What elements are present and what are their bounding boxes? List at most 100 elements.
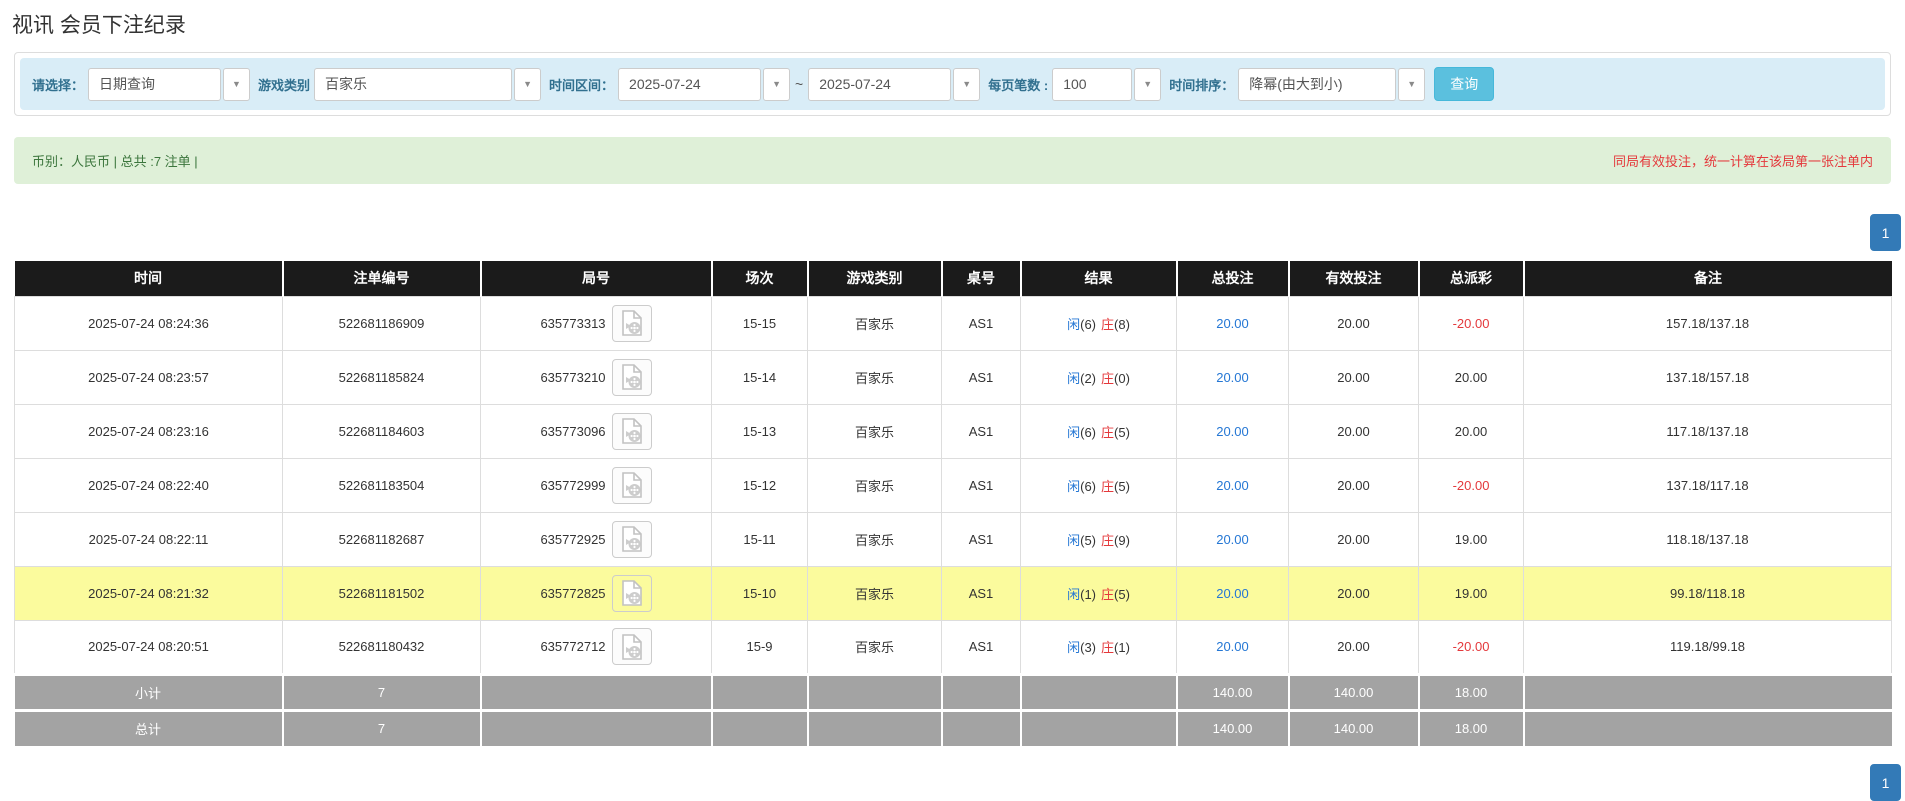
game-type-select[interactable]: 百家乐 ▼ [314,67,542,101]
table-header-row: 时间 注单编号 局号 场次 游戏类别 桌号 结果 总投注 有效投注 总派彩 备注 [14,261,1892,296]
cell-note: 117.18/137.18 [1523,403,1892,459]
cell-valid-bet: 20.00 [1288,349,1419,405]
cell-table-no: AS1 [941,619,1021,675]
video-replay-button[interactable] [611,574,652,612]
cell-round-no: 635772999 [480,457,712,513]
page-size-select[interactable]: 100 ▼ [1052,67,1162,101]
round-no-text: 635772999 [540,477,606,493]
cell-total-bet[interactable]: 20.00 [1176,403,1289,459]
cell-payout: -20.00 [1418,457,1524,513]
query-button[interactable]: 查询 [1434,67,1495,101]
cell-time: 2025-07-24 08:22:40 [14,457,283,513]
page-1-button[interactable]: 1 [1870,214,1901,251]
footer-cell [480,708,713,746]
cell-note: 118.18/137.18 [1523,511,1892,567]
cell-table-no: AS1 [941,295,1021,351]
cell-time: 2025-07-24 08:23:57 [14,349,283,405]
footer-cell [711,672,809,710]
cell-bet-no: 522681183504 [282,457,481,513]
video-replay-icon [621,633,642,660]
footer-cell: 140.00 [1288,708,1420,746]
cell-bet-no: 522681182687 [282,511,481,567]
column-header: 结果 [1020,261,1178,296]
footer-cell: 小计 [14,672,284,710]
column-header: 有效投注 [1288,261,1420,296]
cell-note: 137.18/117.18 [1523,457,1892,513]
video-replay-button[interactable] [611,304,652,342]
cell-result: 闲(1) 庄(5) [1020,565,1177,621]
result-player: 闲 [1067,316,1081,332]
cell-payout: 19.00 [1418,511,1524,567]
time-sort-select[interactable]: 降幂(由大到小) ▼ [1238,67,1426,101]
cell-result: 闲(6) 庄(5) [1020,457,1177,513]
cell-game-type: 百家乐 [807,565,942,621]
date-from-select[interactable]: 2025-07-24 ▼ [618,67,791,101]
cell-result: 闲(3) 庄(1) [1020,619,1177,675]
cell-total-bet[interactable]: 20.00 [1176,511,1289,567]
column-header: 局号 [480,261,713,296]
column-header: 场次 [711,261,809,296]
cell-total-bet[interactable]: 20.00 [1176,457,1289,513]
cell-total-bet[interactable]: 20.00 [1176,565,1289,621]
date-to-select[interactable]: 2025-07-24 ▼ [808,67,981,101]
cell-bet-no: 522681184603 [282,403,481,459]
video-replay-button[interactable] [611,358,652,396]
table-row: 2025-07-24 08:23:16 522681184603 635773096… [14,403,1892,459]
column-header: 游戏类别 [807,261,943,296]
chevron-down-icon: ▼ [763,67,791,101]
video-replay-button[interactable] [611,466,652,504]
round-no-text: 635772712 [540,639,606,654]
cell-bet-no: 522681185824 [282,349,481,405]
video-replay-icon [621,310,642,336]
query-type-select[interactable]: 日期查询 ▼ [88,67,251,101]
result-banker: 庄 [1101,424,1115,440]
cell-payout: -20.00 [1418,295,1524,351]
game-type-value: 百家乐 [314,67,513,101]
round-no-text: 635772925 [540,531,606,547]
pagination-top: 1 [0,214,1901,251]
result-banker: 庄 [1101,316,1115,332]
cell-note: 157.18/137.18 [1523,295,1892,351]
time-sort-value: 降幂(由大到小) [1238,67,1397,101]
cell-round-no: 635772712 [480,619,712,675]
cell-bet-no: 522681181502 [282,565,481,621]
footer-cell: 18.00 [1418,672,1525,710]
cell-session: 15-15 [711,295,808,351]
cell-total-bet[interactable]: 20.00 [1176,349,1289,405]
footer-cell: 140.00 [1176,672,1290,710]
cell-valid-bet: 20.00 [1288,511,1419,567]
footer-cell: 总计 [14,708,284,746]
footer-cell [1523,708,1892,746]
footer-cell [1020,672,1178,710]
cell-time: 2025-07-24 08:20:51 [14,619,283,675]
date-from-value: 2025-07-24 [618,67,762,101]
cell-time: 2025-07-24 08:22:11 [14,511,283,567]
footer-cell [1523,672,1892,710]
footer-cell [711,708,809,746]
chevron-down-icon: ▼ [223,67,251,101]
result-player: 闲 [1067,586,1081,602]
video-replay-button[interactable] [611,520,652,558]
column-header: 注单编号 [282,261,482,296]
footer-cell: 7 [282,708,482,746]
cell-session: 15-14 [711,349,808,405]
cell-time: 2025-07-24 08:23:16 [14,403,283,459]
cell-total-bet[interactable]: 20.00 [1176,295,1289,351]
cell-payout: -20.00 [1418,619,1524,675]
cell-valid-bet: 20.00 [1288,403,1419,459]
video-replay-button[interactable] [611,628,652,665]
cell-total-bet[interactable]: 20.00 [1176,619,1289,675]
range-separator: ~ [795,76,804,92]
cell-session: 15-11 [711,511,808,567]
cell-game-type: 百家乐 [807,295,942,351]
filter-bar: 请选择： 日期查询 ▼ 游戏类别 百家乐 ▼ 时间区间： 2025-07-24 … [20,58,1885,110]
video-replay-button[interactable] [611,412,652,450]
subtotal-row: 小计 7 140.00 140.00 18.00 [14,672,1892,710]
page-1-button[interactable]: 1 [1870,764,1901,801]
pagination-bottom: 1 [0,764,1901,801]
round-no-text: 635773210 [540,369,606,385]
round-no-text: 635773313 [540,315,606,331]
cell-round-no: 635773313 [480,295,712,351]
cell-table-no: AS1 [941,565,1021,621]
table-row: 2025-07-24 08:21:32 522681181502 635772825… [14,565,1892,621]
